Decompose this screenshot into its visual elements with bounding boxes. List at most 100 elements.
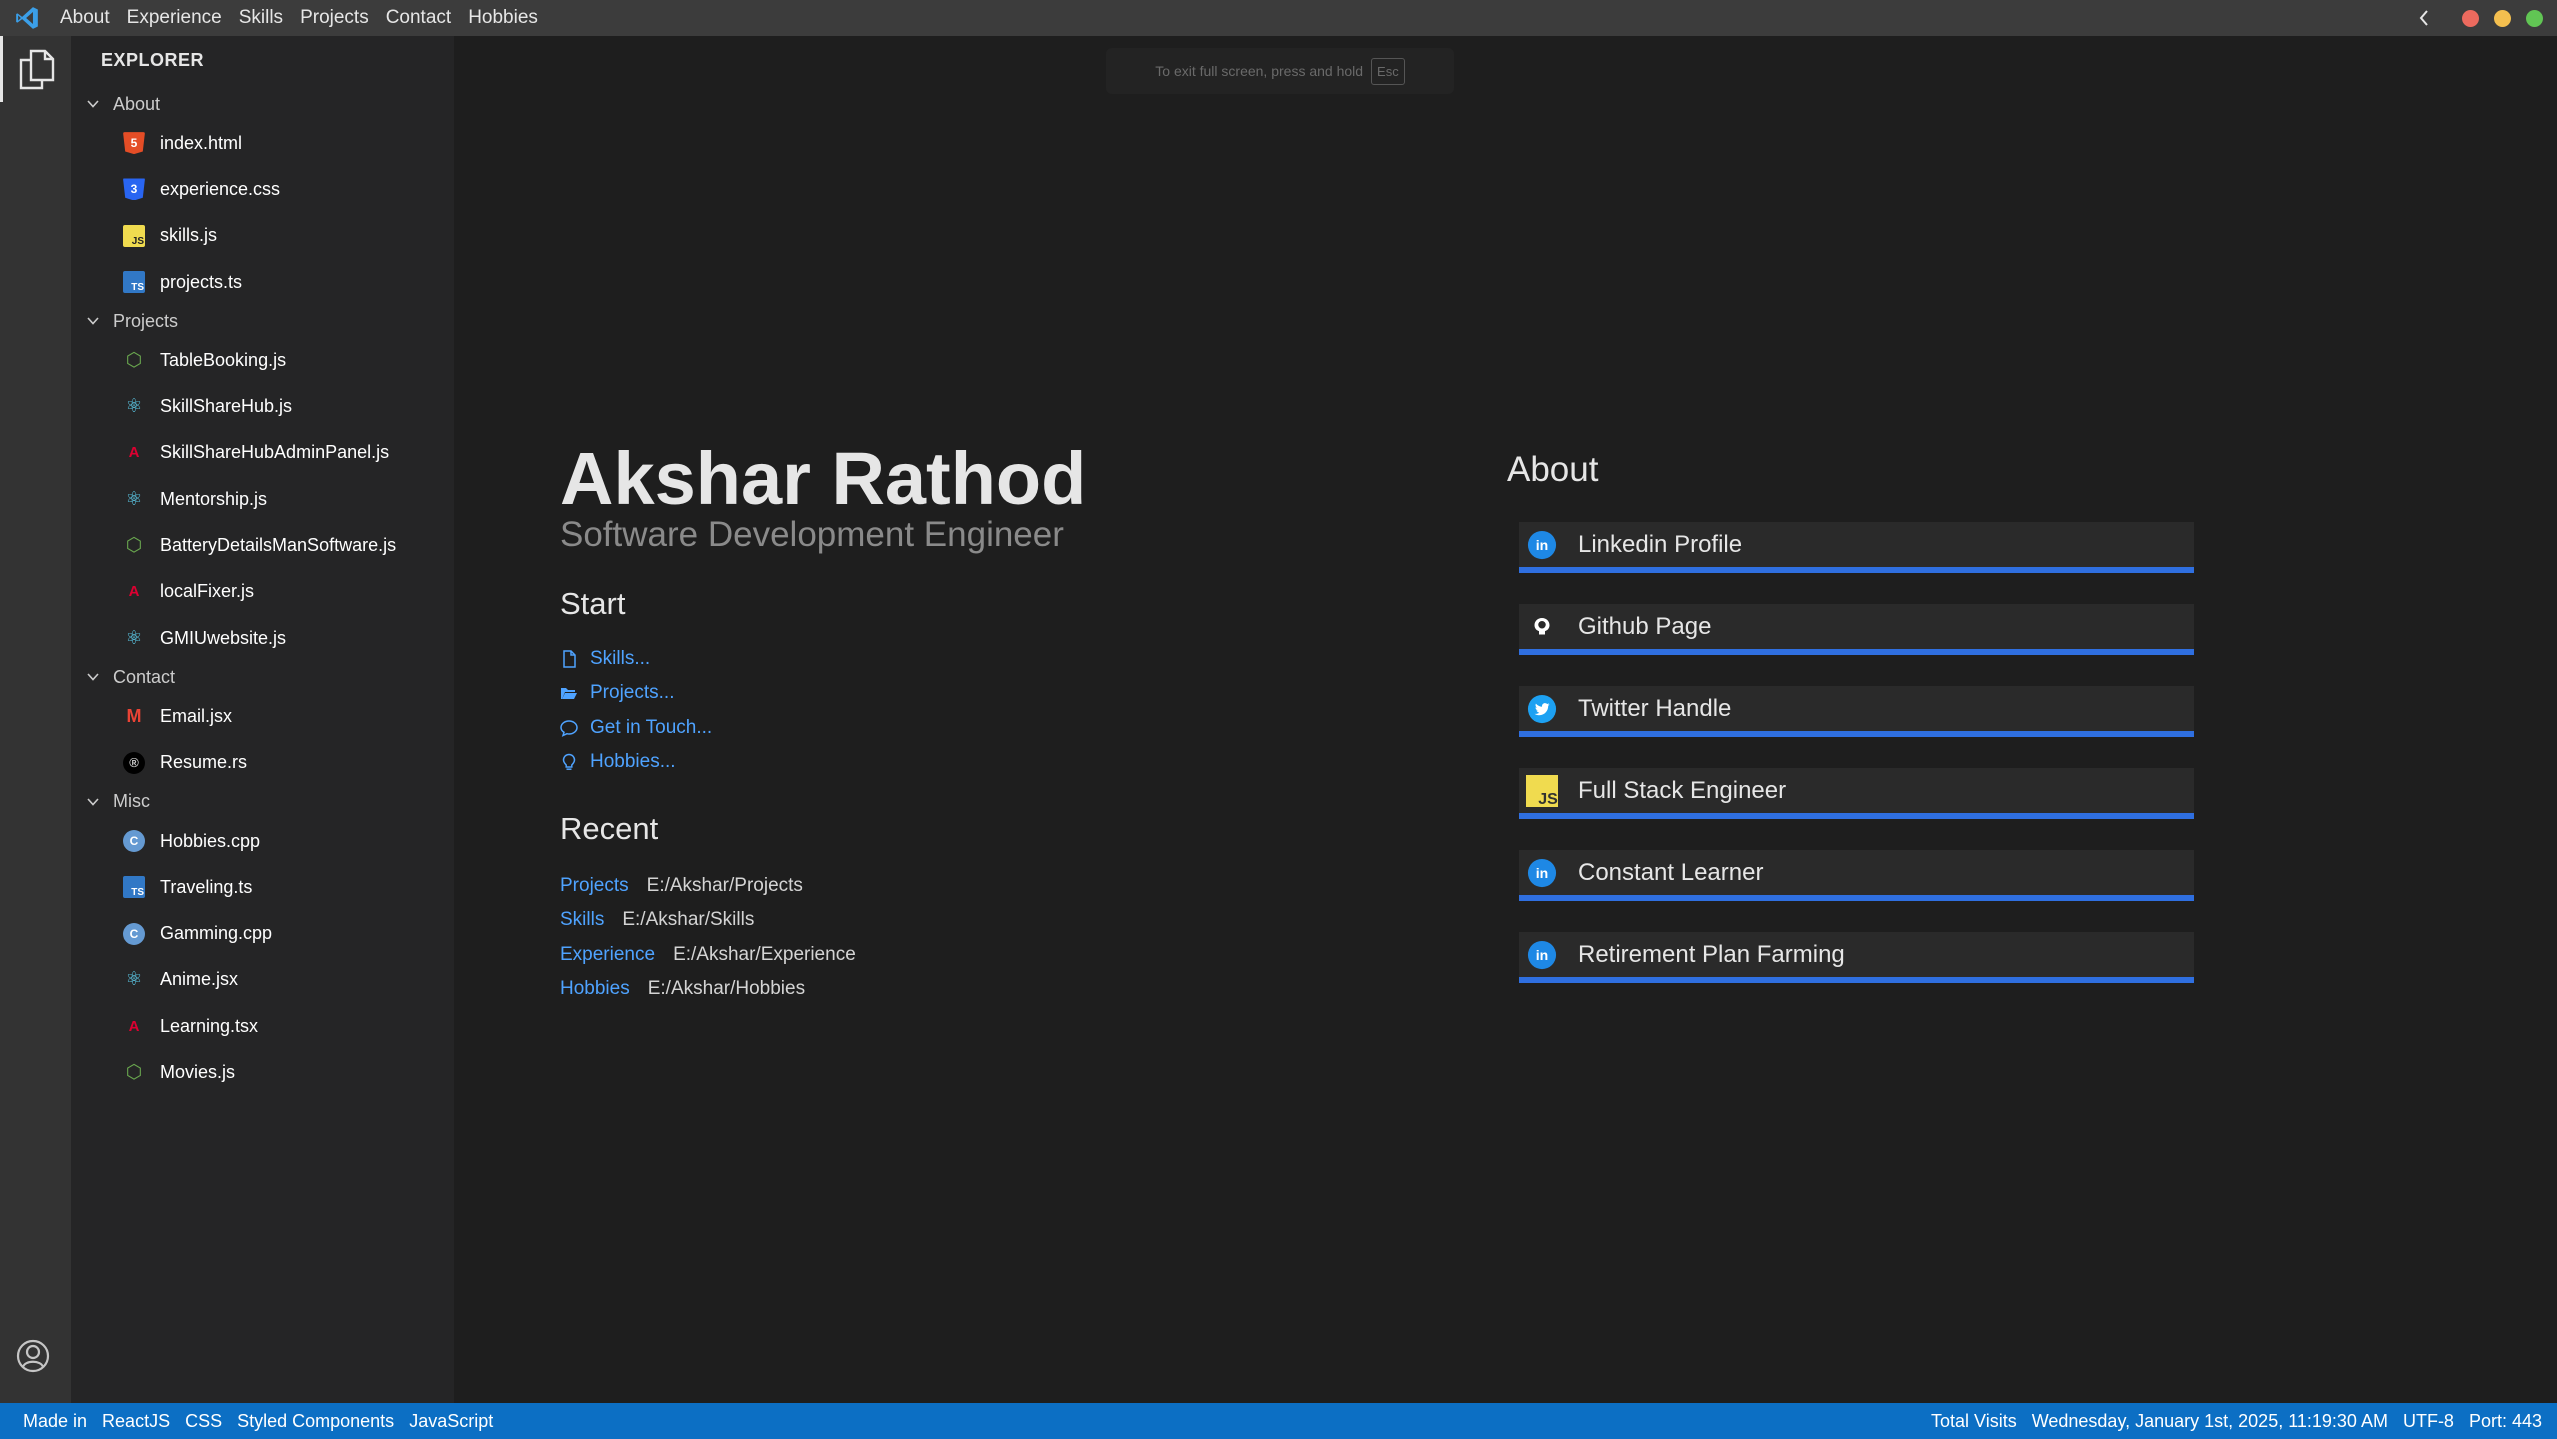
status-item-css[interactable]: CSS xyxy=(185,1411,222,1432)
rust-icon: ® xyxy=(123,751,145,774)
file-label: Learning.tsx xyxy=(160,1015,259,1036)
menu-item-about[interactable]: About xyxy=(60,7,110,29)
start-link-hobbies[interactable]: Hobbies... xyxy=(560,745,712,779)
nodejs-icon: ⬡ xyxy=(125,349,143,371)
chevron-down-icon xyxy=(85,313,101,329)
recent-link-skills[interactable]: Skills xyxy=(560,909,604,931)
total-visits[interactable]: Total Visits xyxy=(1931,1411,2017,1432)
menu-item-hobbies[interactable]: Hobbies xyxy=(468,7,538,29)
file-item[interactable]: C Hobbies.cpp xyxy=(71,818,454,864)
ts-icon: TS xyxy=(123,271,145,294)
account-icon[interactable] xyxy=(14,1337,52,1375)
file-item[interactable]: AlocalFixer.js xyxy=(71,569,454,615)
status-item-made-in: Made in xyxy=(23,1410,88,1431)
editor-area: To exit full screen, press and hold Esc … xyxy=(454,36,2557,1403)
file-item[interactable]: C Gamming.cpp xyxy=(71,910,454,956)
file-item[interactable]: TS projects.ts xyxy=(71,259,454,305)
status-item-styled-components[interactable]: Styled Components xyxy=(237,1411,394,1432)
about-link-bar: JS Full Stack Engineer xyxy=(1519,768,2194,813)
folder-about[interactable]: About xyxy=(71,88,454,120)
file-item[interactable]: A Learning.tsx xyxy=(71,1003,454,1049)
file-item[interactable]: ⚛ GMIUwebsite.js xyxy=(71,615,454,661)
status-item-javascript[interactable]: JavaScript xyxy=(409,1411,493,1432)
file-icon xyxy=(563,650,576,668)
file-label: projects.ts xyxy=(160,271,243,292)
file-item[interactable]: M Email.jsx xyxy=(71,693,454,739)
file-label: Resume.rs xyxy=(160,752,248,773)
recent-path: E:/Akshar/Experience xyxy=(673,943,856,965)
file-item[interactable]: 3 experience.css xyxy=(71,166,454,212)
about-link-bar: Twitter Handle xyxy=(1519,686,2194,731)
file-item[interactable]: TS Traveling.ts xyxy=(71,864,454,910)
encoding[interactable]: UTF-8 xyxy=(2403,1411,2454,1432)
about-link-label: Github Page xyxy=(1578,612,1712,640)
menu-item-projects[interactable]: Projects xyxy=(300,7,369,29)
about-link-retirement-plan-farming[interactable]: in Retirement Plan Farming xyxy=(1519,932,2194,1014)
folder-label: Projects xyxy=(113,310,179,331)
file-label: Hobbies.cpp xyxy=(160,830,261,851)
start-link-getintouch[interactable]: Get in Touch... xyxy=(560,711,712,745)
file-item[interactable]: ⬡ BatteryDetailsManSoftware.js xyxy=(71,522,454,568)
nodejs-icon: ⬡ xyxy=(125,535,143,557)
about-link-label: Linkedin Profile xyxy=(1578,530,1743,558)
folder-label: Misc xyxy=(113,791,150,812)
cpp-icon: C xyxy=(123,830,145,852)
about-heading: About xyxy=(1507,450,1599,489)
maximize-window-button[interactable] xyxy=(2526,9,2543,27)
recent-link-projects[interactable]: Projects xyxy=(560,875,629,897)
about-link-underline xyxy=(1519,567,2194,573)
about-link-full-stack-engineer[interactable]: JS Full Stack Engineer xyxy=(1519,768,2194,850)
linkedin-icon: in xyxy=(1526,939,1558,971)
chevron-left-icon[interactable] xyxy=(2417,8,2431,28)
about-link-linkedin-profile[interactable]: in Linkedin Profile xyxy=(1519,522,2194,604)
about-link-underline xyxy=(1519,895,2194,901)
menu-item-contact[interactable]: Contact xyxy=(386,7,451,29)
start-link-label: Skills... xyxy=(590,648,651,670)
folder-misc[interactable]: Misc xyxy=(71,786,454,818)
file-item[interactable]: ® Resume.rs xyxy=(71,740,454,786)
svg-text:in: in xyxy=(1536,537,1548,553)
menu-item-experience[interactable]: Experience xyxy=(127,7,222,29)
file-item[interactable]: ⬡ TableBooking.js xyxy=(71,337,454,383)
fullscreen-hint: To exit full screen, press and hold Esc xyxy=(1106,48,1454,94)
lightbulb-icon xyxy=(562,753,576,770)
explorer-activity-button[interactable] xyxy=(0,36,71,102)
recent-link-hobbies[interactable]: Hobbies xyxy=(560,978,630,1000)
file-item[interactable]: 5 index.html xyxy=(71,120,454,166)
file-item[interactable]: ⚛ Anime.jsx xyxy=(71,957,454,1003)
svg-text:JS: JS xyxy=(1538,791,1558,807)
start-link-label: Hobbies... xyxy=(590,751,676,773)
file-label: Traveling.ts xyxy=(160,876,253,897)
start-link-label: Get in Touch... xyxy=(590,716,713,738)
about-link-twitter-handle[interactable]: Twitter Handle xyxy=(1519,686,2194,768)
recent-link-experience[interactable]: Experience xyxy=(560,944,655,966)
explorer-title: EXPLORER xyxy=(101,50,205,70)
file-item[interactable]: ⬡ Movies.js xyxy=(71,1049,454,1095)
folder-label: Contact xyxy=(113,666,176,687)
folder-projects[interactable]: Projects xyxy=(71,305,454,337)
file-item[interactable]: A SkillShareHubAdminPanel.js xyxy=(71,430,454,476)
recent-path: E:/Akshar/Skills xyxy=(622,909,755,931)
file-item[interactable]: ⚛ SkillShareHub.js xyxy=(71,383,454,429)
menu-item-skills[interactable]: Skills xyxy=(239,7,283,29)
about-link-github-page[interactable]: Github Page xyxy=(1519,604,2194,686)
status-left: Made in ReactJS CSS Styled Components JavaSc… xyxy=(23,1411,508,1432)
recent-path: E:/Akshar/Projects xyxy=(646,875,803,897)
status-item-reactjs[interactable]: ReactJS xyxy=(102,1411,170,1432)
port[interactable]: Port: 443 xyxy=(2469,1411,2542,1432)
about-link-bar: Github Page xyxy=(1519,604,2194,649)
start-link-projects[interactable]: Projects... xyxy=(560,676,712,710)
folder-contact[interactable]: Contact xyxy=(71,661,454,693)
status-bar: Made in ReactJS CSS Styled Components JavaSc… xyxy=(0,1403,2557,1439)
twitter-icon xyxy=(1526,693,1558,725)
close-window-button[interactable] xyxy=(2462,9,2479,27)
fullscreen-hint-text: To exit full screen, press and hold xyxy=(1155,63,1364,79)
file-item[interactable]: ⚛ Mentorship.js xyxy=(71,476,454,522)
file-label: experience.css xyxy=(160,178,281,199)
minimize-window-button[interactable] xyxy=(2494,9,2511,27)
angular-icon: A xyxy=(128,444,140,462)
explorer-sidebar: EXPLORER About 5 index.html 3 experience.css… xyxy=(71,36,454,1403)
start-link-skills[interactable]: Skills... xyxy=(560,642,712,676)
file-item[interactable]: JS skills.js xyxy=(71,213,454,259)
about-link-constant-learner[interactable]: in Constant Learner xyxy=(1519,850,2194,932)
